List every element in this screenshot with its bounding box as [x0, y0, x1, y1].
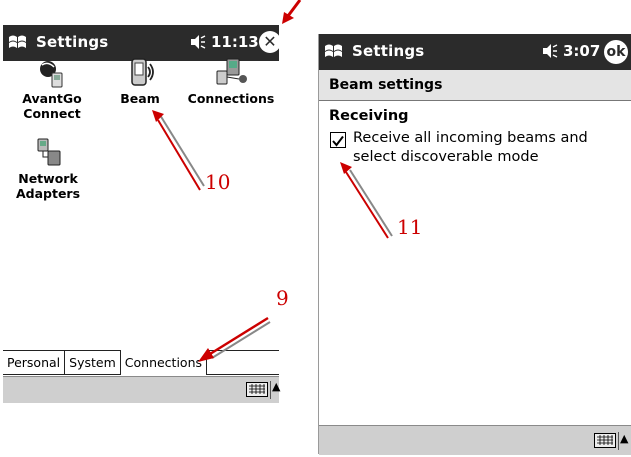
receive-beams-checkbox[interactable] [330, 132, 346, 148]
app-title: Settings [36, 33, 109, 51]
close-button[interactable]: ✕ [259, 31, 281, 53]
icon-label: Adapters [15, 186, 81, 201]
clock[interactable]: 11:13 [211, 33, 259, 51]
subtitle-text: Beam settings [329, 77, 443, 93]
arrow-close [282, 0, 302, 24]
sip-divider [270, 381, 271, 399]
sip-divider [618, 432, 619, 450]
avantgo-connect-item[interactable]: AvantGo Connect [17, 57, 87, 121]
checkbox-label[interactable]: Receive all incoming beams and select di… [353, 129, 623, 167]
sip-arrow-icon[interactable]: ▲ [620, 432, 628, 445]
annotation-11: 11 [397, 215, 423, 239]
icon-label: AvantGo [22, 91, 82, 106]
tab-personal[interactable]: Personal [3, 351, 66, 375]
settings-tabs: Personal System Connections [3, 350, 279, 375]
title-bar: Settings 11:13 ✕ [3, 25, 281, 61]
app-title: Settings [352, 42, 425, 60]
beam-icon [131, 58, 154, 86]
sip-arrow-icon[interactable]: ▲ [272, 380, 280, 393]
avantgo-icon [40, 61, 63, 88]
menu-bar: ▲ [3, 376, 280, 403]
tab-system[interactable]: System [65, 351, 121, 375]
icon-label: Connections [187, 91, 275, 106]
icon-label: Network [18, 171, 78, 186]
ok-button[interactable]: ok [604, 40, 628, 64]
tab-connections[interactable]: Connections [120, 350, 208, 375]
title-bar: Settings 3:07 ok [319, 34, 631, 70]
section-heading: Receiving [329, 108, 409, 124]
clock[interactable]: 3:07 [563, 42, 600, 60]
beam-item[interactable]: Beam [110, 57, 170, 106]
tab-filler [207, 351, 279, 375]
menu-bar: ▲ [319, 425, 631, 455]
annotation-9: 9 [276, 286, 289, 310]
settings-connections-screen: Settings 11:13 ✕ AvantGo Connect Beam Co… [3, 25, 281, 409]
checkmark-icon [332, 135, 344, 147]
speaker-icon[interactable] [189, 34, 207, 50]
keyboard-icon[interactable] [246, 382, 268, 397]
windows-flag-icon[interactable] [323, 41, 345, 61]
icon-label: Beam [120, 91, 160, 106]
icon-label: Connect [23, 106, 81, 121]
windows-flag-icon[interactable] [7, 32, 29, 52]
connections-item[interactable]: Connections [186, 57, 276, 106]
keyboard-icon[interactable] [594, 433, 616, 448]
connections-icon [216, 58, 247, 85]
annotation-10: 10 [205, 170, 231, 194]
beam-settings-screen: Settings 3:07 ok Beam settings Receiving… [318, 34, 631, 455]
page-subtitle: Beam settings [319, 70, 631, 101]
network-adapter-icon [37, 138, 61, 166]
speaker-icon[interactable] [541, 43, 559, 59]
network-adapters-item[interactable]: Network Adapters [15, 137, 81, 201]
